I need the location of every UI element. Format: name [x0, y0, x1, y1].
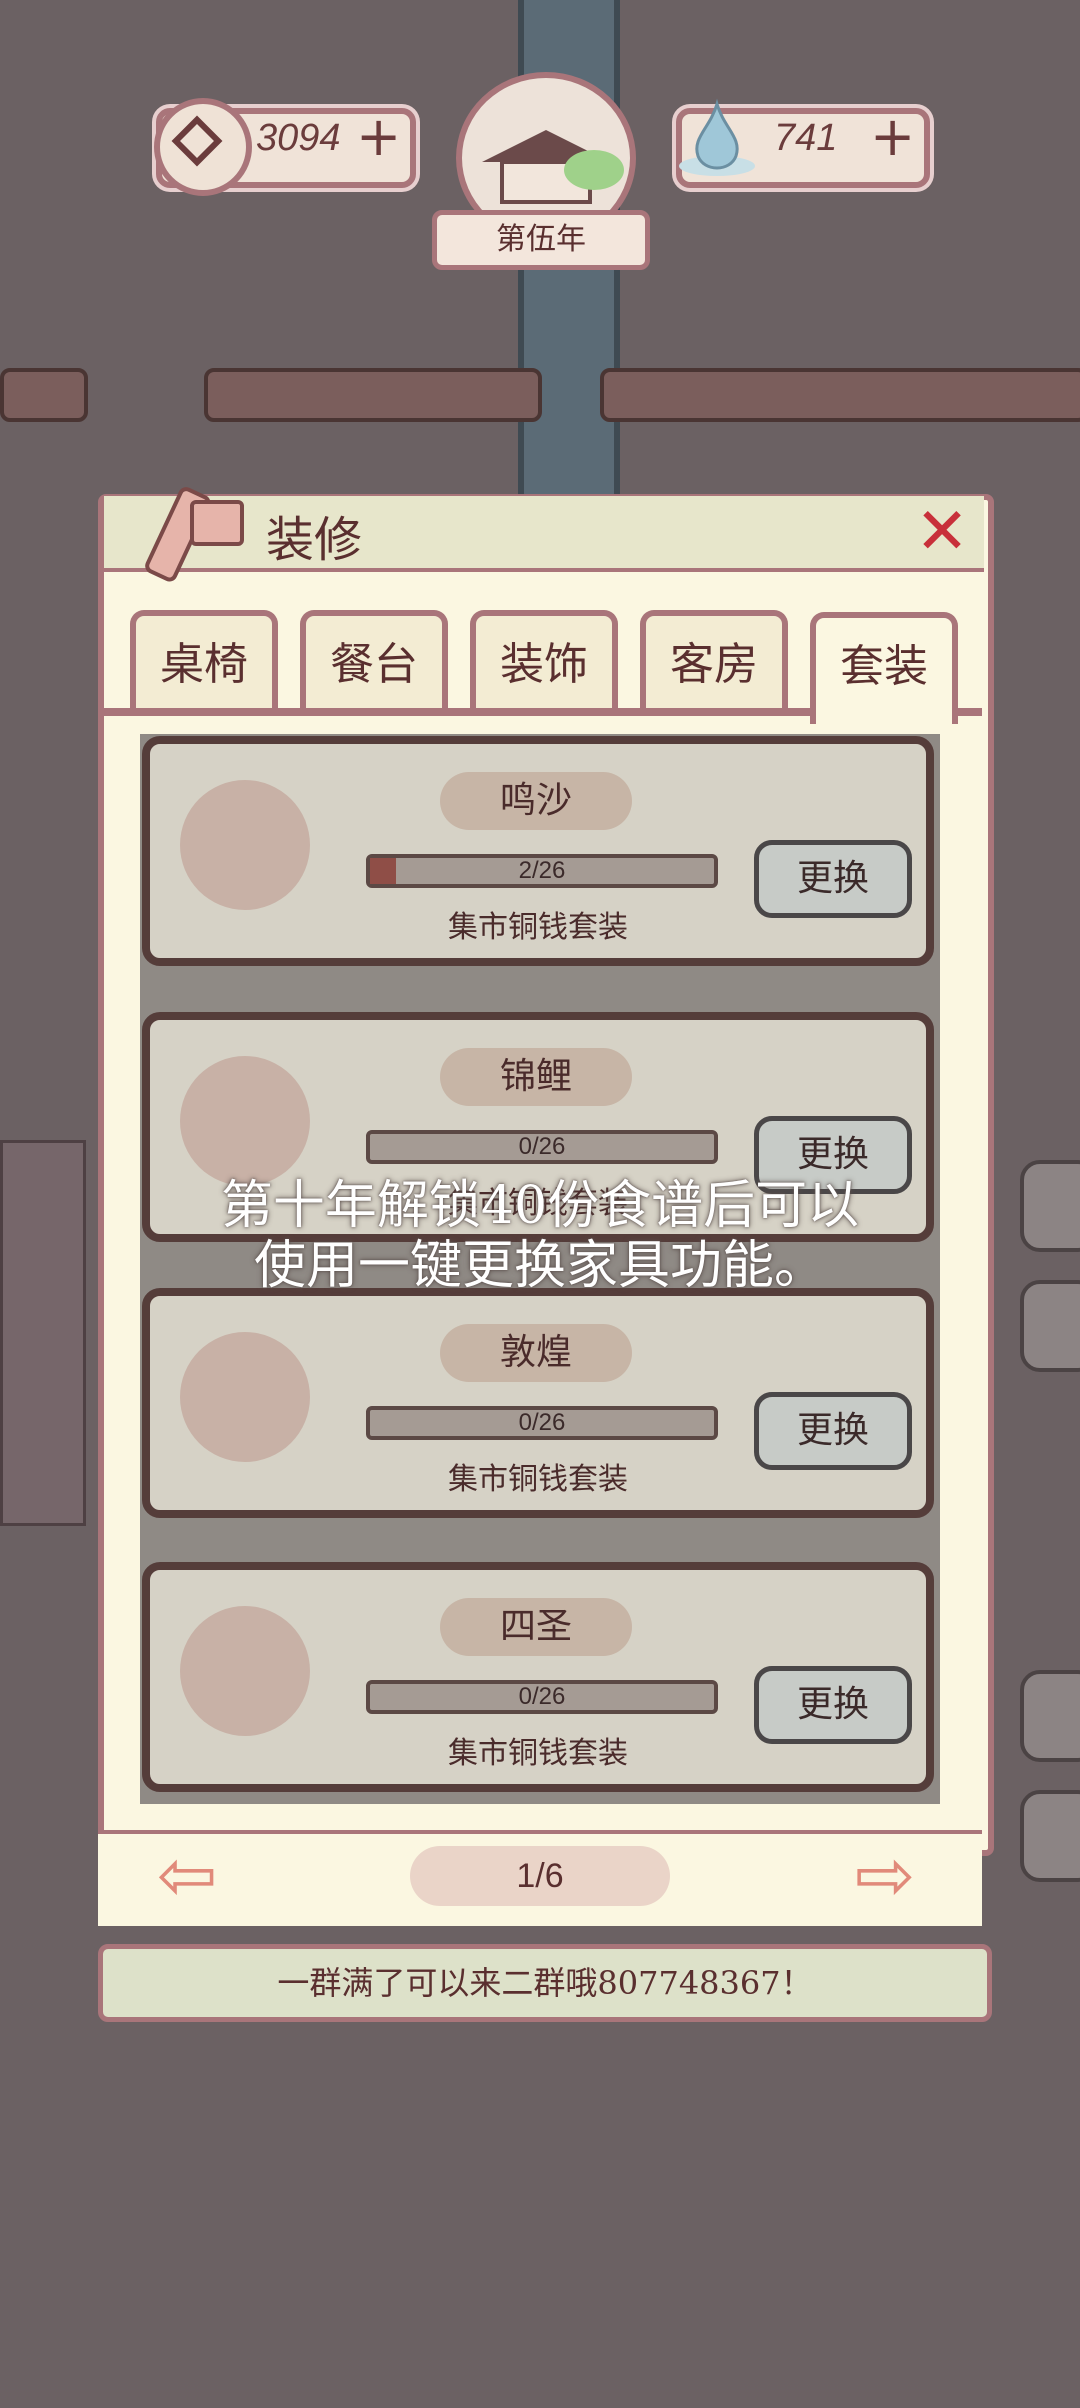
swap-button[interactable]: 更换	[754, 1392, 912, 1470]
progress-bar: 0/26	[366, 1130, 718, 1164]
progress-text: 0/26	[518, 1683, 566, 1710]
tab-guest-rooms[interactable]: 客房	[640, 610, 788, 714]
tab-decorations[interactable]: 装饰	[470, 610, 618, 714]
tab-sets[interactable]: 套装	[810, 612, 958, 724]
black-tortoise-icon	[180, 1606, 310, 1736]
add-water-button[interactable]: +	[870, 110, 915, 164]
progress-bar: 2/26	[366, 854, 718, 888]
progress-bar: 0/26	[366, 1680, 718, 1714]
background-shelf	[0, 1140, 86, 1526]
progress-bar: 0/26	[366, 1406, 718, 1440]
prev-page-arrow-icon[interactable]: ⇦	[142, 1839, 232, 1911]
set-subtitle: 集市铜钱套装	[448, 1462, 628, 1497]
list-item: 四圣 0/26 集市铜钱套装 更换	[142, 1562, 934, 1792]
coin-amount: 3094	[256, 117, 341, 159]
background-barrel	[1020, 1160, 1080, 1252]
add-coins-button[interactable]: +	[356, 110, 401, 164]
page-indicator: 1/6	[410, 1846, 670, 1906]
set-name: 敦煌	[499, 1332, 572, 1373]
list-item: 敦煌 0/26 集市铜钱套装 更换	[142, 1288, 934, 1518]
background-barrel	[1020, 1670, 1080, 1762]
panel-title: 装修	[266, 512, 363, 568]
year-label: 第伍年	[432, 210, 650, 270]
swap-button[interactable]: 更换	[754, 1666, 912, 1744]
background-beam-left	[0, 368, 88, 422]
next-page-arrow-icon[interactable]: ⇨	[840, 1839, 930, 1911]
progress-text: 0/26	[518, 1133, 566, 1160]
unlock-hint-message: 第十年解锁40份食谱后可以使用一键更换家具功能。	[220, 1176, 860, 1296]
close-icon[interactable]: ✕	[912, 500, 972, 564]
tab-tables-chairs[interactable]: 桌椅	[130, 610, 278, 714]
god-of-wealth-icon	[180, 780, 310, 910]
water-drop-icon	[674, 98, 760, 184]
background-barrel	[1020, 1790, 1080, 1882]
background-barrel	[1020, 1280, 1080, 1372]
background-beam-mid	[204, 368, 542, 422]
set-name: 锦鲤	[499, 1056, 572, 1097]
koi-god-icon	[180, 1056, 310, 1186]
background-beam-right	[600, 368, 1080, 422]
progress-text: 2/26	[518, 857, 566, 884]
tab-dining-counter[interactable]: 餐台	[300, 610, 448, 714]
set-subtitle: 集市铜钱套装	[448, 910, 628, 945]
progress-text: 0/26	[518, 1409, 566, 1436]
swap-button[interactable]: 更换	[754, 840, 912, 918]
set-name: 四圣	[499, 1606, 572, 1647]
water-amount: 741	[774, 117, 838, 159]
hammer-icon	[140, 472, 250, 582]
copper-coin-icon	[154, 98, 252, 196]
set-name: 鸣沙	[499, 780, 572, 821]
list-item: 鸣沙 2/26 集市铜钱套装 更换	[142, 736, 934, 966]
pipa-player-icon	[180, 1332, 310, 1462]
announcement-marquee: 一群满了可以来二群哦807748367！	[98, 1944, 992, 2022]
set-subtitle: 集市铜钱套装	[448, 1736, 628, 1771]
